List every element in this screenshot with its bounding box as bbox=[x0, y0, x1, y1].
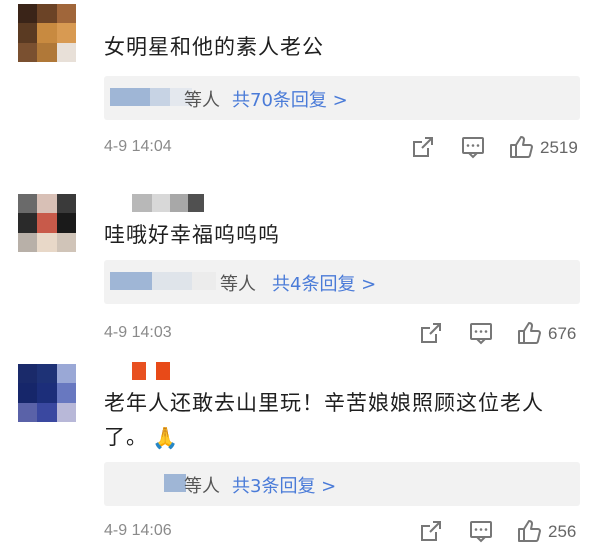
comment-text-line: 老年人还敢去山里玩！辛苦娘娘照顾这位老人 bbox=[104, 391, 544, 415]
blurred-username bbox=[164, 474, 186, 492]
comment-text-end: 了。 bbox=[104, 425, 148, 449]
blurred-username bbox=[110, 272, 152, 290]
avatar[interactable] bbox=[18, 4, 76, 62]
reply-count-link[interactable]: 共70条回复 > bbox=[232, 86, 348, 112]
blurred-username bbox=[132, 362, 170, 380]
comment-text: 老年人还敢去山里玩！辛苦娘娘照顾这位老人 了。 🙏 bbox=[104, 386, 580, 455]
comment-item: 女明星和他的素人老公 等人 共70条回复 > 4-9 14:04 2519 bbox=[0, 0, 600, 170]
timestamp: 4-9 14:06 bbox=[104, 522, 172, 539]
comment-icon[interactable] bbox=[468, 518, 494, 544]
share-icon[interactable] bbox=[418, 320, 444, 346]
reply-count-link[interactable]: 共4条回复 > bbox=[272, 270, 376, 296]
comment-meta: 4-9 14:06 256 bbox=[104, 518, 580, 548]
comment-item: 哇哦好幸福呜呜呜 等人 共4条回复 > 4-9 14:03 676 bbox=[0, 170, 600, 350]
share-icon[interactable] bbox=[410, 134, 436, 160]
blurred-username bbox=[152, 272, 192, 290]
like-count: 676 bbox=[548, 324, 577, 343]
blurred-username bbox=[192, 272, 216, 290]
avatar[interactable] bbox=[18, 364, 76, 422]
comment-text-line: 了。 🙏 bbox=[104, 420, 580, 455]
avatar[interactable] bbox=[18, 194, 76, 252]
pray-emoji: 🙏 bbox=[152, 426, 180, 450]
like-count: 2519 bbox=[540, 138, 578, 157]
comment-meta: 4-9 14:04 2519 bbox=[104, 134, 580, 164]
comment-icon[interactable] bbox=[460, 134, 486, 160]
reply-preview[interactable]: 等人 共4条回复 > bbox=[104, 260, 580, 304]
share-icon[interactable] bbox=[418, 518, 444, 544]
timestamp: 4-9 14:03 bbox=[104, 324, 172, 341]
blurred-username bbox=[110, 88, 150, 106]
reply-users-label: 等人 bbox=[220, 274, 256, 295]
comment-icon[interactable] bbox=[468, 320, 494, 346]
timestamp: 4-9 14:04 bbox=[104, 138, 172, 155]
like-count: 256 bbox=[548, 522, 577, 541]
blurred-username bbox=[150, 88, 170, 106]
comment-item: 老年人还敢去山里玩！辛苦娘娘照顾这位老人 了。 🙏 等人 共3条回复 > 4-9 … bbox=[0, 350, 600, 547]
thumbs-up-icon[interactable] bbox=[508, 134, 534, 160]
thumbs-up-icon[interactable] bbox=[516, 518, 542, 544]
reply-preview[interactable]: 等人 共70条回复 > bbox=[104, 76, 580, 120]
comment-text: 女明星和他的素人老公 bbox=[104, 35, 324, 59]
reply-preview[interactable]: 等人 共3条回复 > bbox=[104, 462, 580, 506]
comment-meta: 4-9 14:03 676 bbox=[104, 320, 580, 350]
comment-text: 哇哦好幸福呜呜呜 bbox=[104, 223, 280, 247]
reply-count-link[interactable]: 共3条回复 > bbox=[232, 472, 336, 498]
blurred-username bbox=[132, 194, 204, 212]
reply-users-label: 等人 bbox=[184, 476, 220, 497]
thumbs-up-icon[interactable] bbox=[516, 320, 542, 346]
reply-users-label: 等人 bbox=[184, 90, 220, 111]
